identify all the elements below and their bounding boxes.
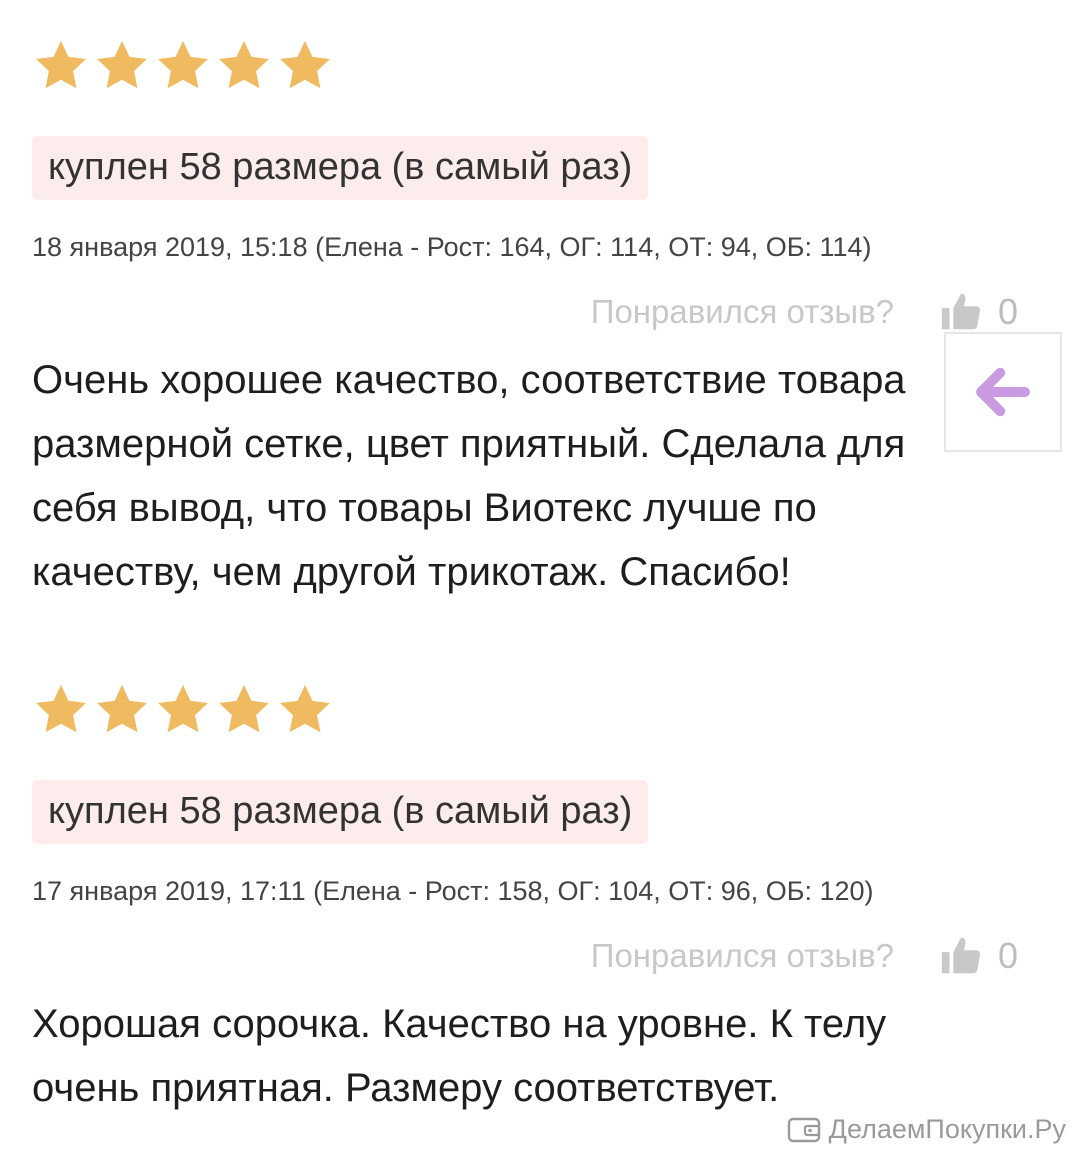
star-rating [32,680,1032,740]
star-icon [276,681,334,739]
star-icon [93,681,151,739]
size-badge: куплен 58 размера (в самый раз) [32,780,649,844]
star-icon [215,37,273,95]
star-icon [32,681,90,739]
size-badge: куплен 58 размера (в самый раз) [32,136,649,200]
review-text: Очень хорошее качество, соответствие тов… [32,358,906,594]
star-icon [276,37,334,95]
review-meta: 18 января 2019, 15:18 (Елена - Рост: 164… [32,232,872,262]
star-icon [215,681,273,739]
review-meta: 17 января 2019, 17:11 (Елена - Рост: 158… [32,876,874,906]
like-count: 0 [997,935,1018,976]
like-row: Понравился отзыв? 0 [32,290,1032,334]
back-button[interactable] [944,332,1062,452]
star-icon [154,681,212,739]
star-rating [32,36,1032,96]
review-card: куплен 58 размера (в самый раз) 18 январ… [32,36,1032,604]
thumbs-up-icon [938,933,984,979]
watermark-text: ДелаемПокупки.Ру [828,1114,1066,1144]
star-icon [32,37,90,95]
like-button[interactable]: 0 [938,289,1018,335]
star-icon [93,37,151,95]
like-row: Понравился отзыв? 0 [32,934,1032,978]
watermark: ДелаемПокупки.Ру [787,1114,1066,1145]
arrow-left-icon [970,359,1036,425]
like-count: 0 [997,291,1018,332]
thumbs-up-icon [938,289,984,335]
review-text: Хорошая сорочка. Качество на уровне. К т… [32,1002,887,1110]
like-button[interactable]: 0 [938,933,1018,979]
wallet-logo-icon [787,1116,821,1144]
review-card: куплен 58 размера (в самый раз) 17 январ… [32,680,1032,1120]
star-icon [154,37,212,95]
like-question: Понравился отзыв? [590,937,894,974]
like-question: Понравился отзыв? [590,293,894,330]
